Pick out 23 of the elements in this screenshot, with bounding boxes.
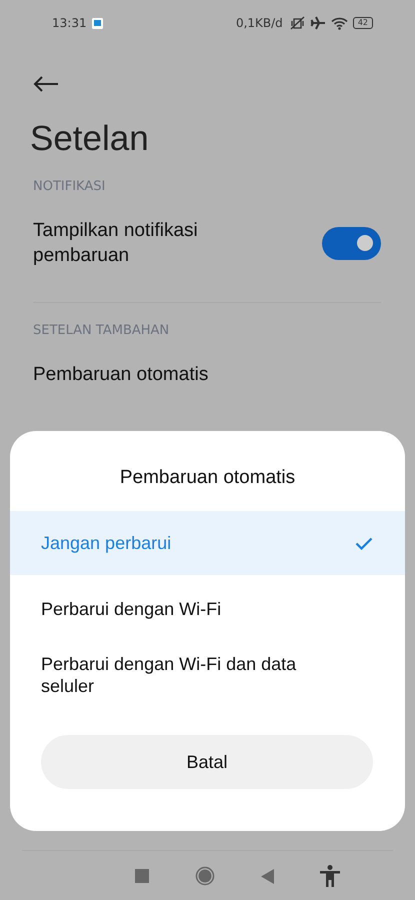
setting-label[interactable]: Pembaruan otomatis bbox=[33, 362, 273, 387]
dialog-title: Pembaruan otomatis bbox=[118, 467, 296, 490]
setting-label: Tampilkan notifikasi pembaruan bbox=[33, 219, 199, 268]
vibrate-off-icon bbox=[290, 16, 305, 30]
back-icon[interactable] bbox=[261, 868, 274, 884]
back-arrow-icon[interactable] bbox=[33, 75, 59, 93]
airplane-icon bbox=[310, 16, 326, 30]
option-item[interactable]: Perbarui dengan Wi-Fi dan data seluler bbox=[10, 643, 405, 707]
accessibility-icon[interactable] bbox=[320, 865, 340, 887]
toggle-switch[interactable] bbox=[322, 226, 381, 260]
status-time: 13:31 bbox=[52, 16, 87, 30]
checkmark-icon bbox=[355, 536, 373, 550]
section-header: SETELAN TAMBAHAN bbox=[33, 323, 170, 338]
data-rate: 0,1KB/d bbox=[236, 16, 283, 30]
page-title: Setelan bbox=[30, 119, 150, 159]
app-notification-icon bbox=[92, 18, 103, 28]
section-header: NOTIFIKASI bbox=[33, 179, 106, 194]
battery-level: 42 bbox=[352, 17, 373, 29]
option-item[interactable]: Jangan perbarui bbox=[10, 511, 405, 575]
wifi-icon bbox=[330, 16, 348, 30]
home-icon[interactable] bbox=[195, 866, 215, 886]
cancel-button[interactable]: Batal bbox=[41, 735, 373, 789]
option-item[interactable]: Perbarui dengan Wi-Fi bbox=[10, 577, 405, 641]
